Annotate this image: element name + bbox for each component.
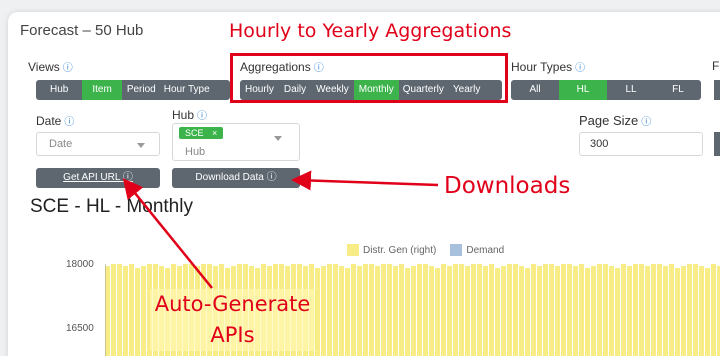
annotation-arrows [122, 170, 439, 289]
arrow-to-api [122, 178, 213, 289]
arrow-to-download [291, 170, 439, 191]
